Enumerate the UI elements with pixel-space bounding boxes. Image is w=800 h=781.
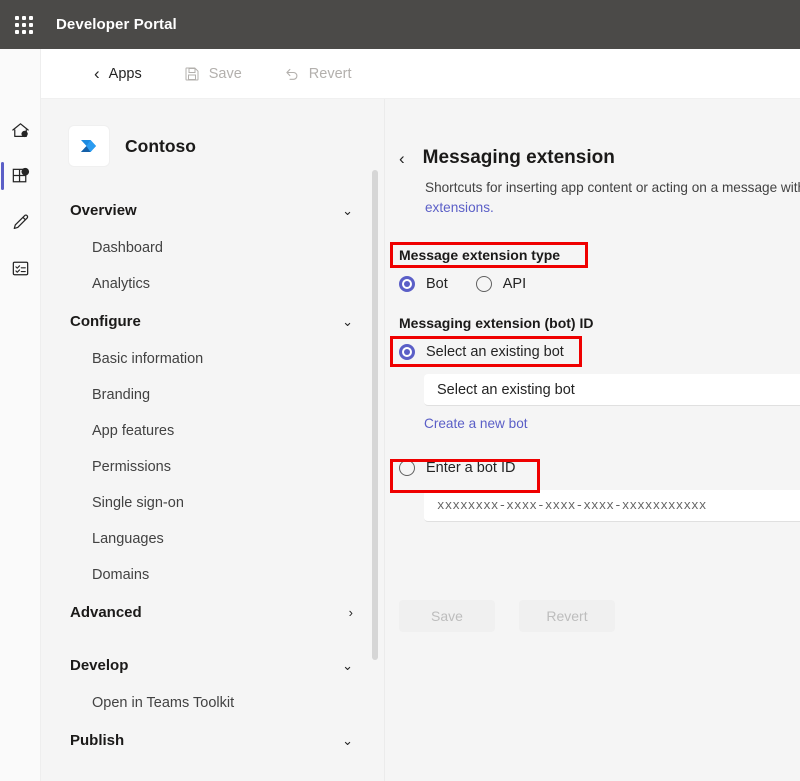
sidebar-item-languages[interactable]: Languages (41, 521, 385, 557)
select-existing-bot-option[interactable]: Select an existing bot (399, 344, 800, 360)
nav-group-publish[interactable]: Publish ⌄ (41, 721, 385, 760)
bot-id-section-label: Messaging extension (bot) ID (399, 315, 800, 331)
radio-api[interactable] (476, 276, 492, 292)
home-icon (10, 120, 31, 141)
rail-item-home[interactable] (0, 107, 41, 153)
back-to-apps-button[interactable]: ‹ Apps (84, 59, 152, 88)
sidebar-item-dashboard[interactable]: Dashboard (41, 230, 385, 266)
sidebar-item-domains[interactable]: Domains (41, 557, 385, 593)
message-extension-type-options: Bot API (399, 276, 560, 292)
waffle-grid-dots (15, 16, 33, 34)
bot-id-section: Messaging extension (bot) ID Select an e… (399, 315, 800, 522)
chevron-down-icon: ⌄ (342, 315, 353, 328)
message-extension-type-label: Message extension type (399, 247, 560, 263)
existing-bot-dropdown-value: Select an existing bot (437, 382, 575, 398)
sidebar-item-branding[interactable]: Branding (41, 377, 385, 413)
app-title: Developer Portal (56, 16, 177, 33)
chevron-down-icon: ⌄ (342, 659, 353, 672)
messaging-extension-panel: ‹ Messaging extension Shortcuts for inse… (385, 99, 800, 781)
nav-group-overview[interactable]: Overview ⌄ (41, 191, 385, 230)
radio-enter-bot-id-label[interactable]: Enter a bot ID (426, 460, 515, 476)
rail-selection-indicator (1, 162, 4, 190)
save-button[interactable]: Save (174, 60, 252, 88)
revert-button[interactable]: Revert (274, 60, 362, 88)
sidebar-scrollbar-thumb[interactable] (372, 170, 378, 660)
radio-select-existing-bot-label[interactable]: Select an existing bot (426, 344, 564, 360)
contoso-logo-icon (69, 126, 109, 166)
page-title: Messaging extension (423, 147, 615, 169)
panel-header: ‹ Messaging extension (385, 99, 800, 169)
panel-description: Shortcuts for inserting app content or a… (425, 178, 800, 218)
extensions-link[interactable]: extensions. (425, 198, 800, 218)
nav-group-advanced-label: Advanced (70, 604, 142, 621)
chevron-down-icon: ⌄ (342, 204, 353, 217)
bot-id-input[interactable]: xxxxxxxx-xxxx-xxxx-xxxx-xxxxxxxxxxx (424, 490, 800, 522)
radio-select-existing-bot[interactable] (399, 344, 415, 360)
chevron-down-icon: ⌄ (342, 734, 353, 747)
nav-group-develop-label: Develop (70, 657, 128, 674)
back-to-apps-label: Apps (109, 66, 142, 82)
sidebar-item-open-in-teams-toolkit[interactable]: Open in Teams Toolkit (41, 685, 385, 721)
top-app-bar: Developer Portal (0, 0, 800, 49)
nav-group-overview-label: Overview (70, 202, 137, 219)
rail-item-apps[interactable] (0, 153, 41, 199)
panel-description-text: Shortcuts for inserting app content or a… (425, 180, 800, 195)
brand-header: Contoso (41, 99, 385, 166)
nav-group-develop[interactable]: Develop ⌄ (41, 646, 385, 685)
app-navigation-panel: Contoso Overview ⌄ Dashboard Analytics C… (41, 99, 385, 781)
panel-back-chevron-icon[interactable]: ‹ (399, 150, 405, 167)
undo-arrow-icon (284, 66, 300, 82)
apps-grid-icon (10, 166, 31, 187)
command-bar-items: ‹ Apps Save Revert (84, 59, 362, 88)
rail-item-forms[interactable] (0, 245, 41, 291)
developer-portal-window: Developer Portal ‹ Apps Save (0, 0, 800, 781)
radio-api-label[interactable]: API (503, 276, 526, 292)
save-label: Save (209, 66, 242, 82)
revert-label: Revert (309, 66, 352, 82)
sidebar-item-app-features[interactable]: App features (41, 413, 385, 449)
floppy-disk-save-icon (184, 66, 200, 82)
form-list-icon (10, 258, 31, 279)
nav-group-advanced[interactable]: Advanced › (41, 593, 385, 632)
nav-group-publish-label: Publish (70, 732, 124, 749)
create-a-new-bot-link[interactable]: Create a new bot (424, 416, 800, 431)
form-save-button[interactable]: Save (399, 600, 495, 632)
chevron-left-icon: ‹ (94, 65, 100, 82)
form-revert-button[interactable]: Revert (519, 600, 615, 632)
enter-bot-id-option[interactable]: Enter a bot ID (399, 460, 800, 476)
nav-group-configure[interactable]: Configure ⌄ (41, 302, 385, 341)
nav-list: Overview ⌄ Dashboard Analytics Configure… (41, 191, 385, 760)
pencil-edit-icon (10, 212, 31, 233)
chevron-right-icon: › (349, 606, 353, 619)
sidebar-item-single-sign-on[interactable]: Single sign-on (41, 485, 385, 521)
radio-bot-label[interactable]: Bot (426, 276, 448, 292)
radio-bot[interactable] (399, 276, 415, 292)
existing-bot-dropdown[interactable]: Select an existing bot (424, 374, 800, 406)
radio-enter-bot-id[interactable] (399, 460, 415, 476)
app-launcher-waffle-icon[interactable] (0, 0, 48, 49)
command-bar: ‹ Apps Save Revert (0, 49, 800, 99)
form-actions: Save Revert (399, 600, 615, 632)
nav-group-configure-label: Configure (70, 313, 141, 330)
sidebar-item-permissions[interactable]: Permissions (41, 449, 385, 485)
rail-item-edit[interactable] (0, 199, 41, 245)
message-extension-type-section: Message extension type Bot API (399, 247, 560, 292)
sidebar-item-basic-information[interactable]: Basic information (41, 341, 385, 377)
sidebar-item-analytics[interactable]: Analytics (41, 266, 385, 302)
left-rail (0, 49, 41, 781)
app-name: Contoso (125, 136, 196, 157)
